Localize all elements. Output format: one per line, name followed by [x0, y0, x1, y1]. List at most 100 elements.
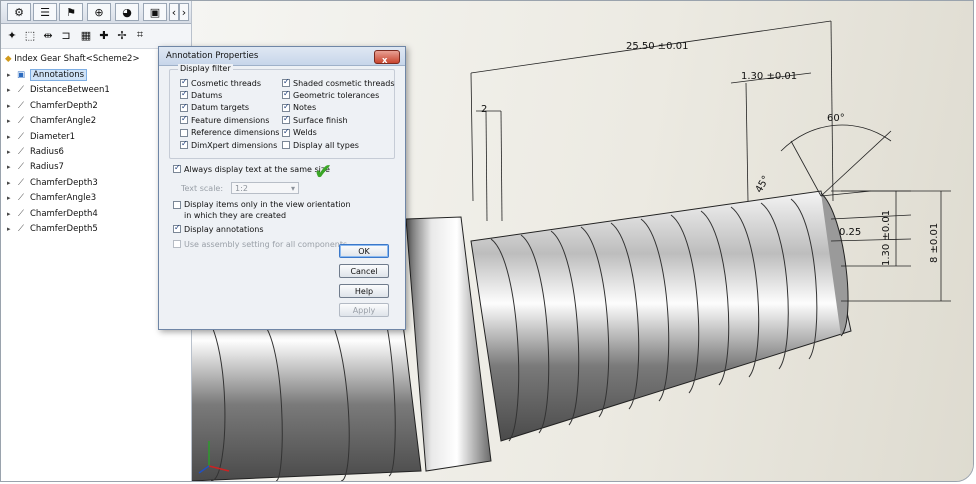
configuration-tab-icon[interactable]: ⚑ — [59, 3, 83, 21]
custom-tab-icon[interactable]: ▣ — [143, 3, 167, 21]
always-same-size-checkbox[interactable]: Always display text at the same size — [173, 163, 330, 175]
checkbox-box[interactable] — [282, 114, 290, 125]
filter-label: Welds — [293, 128, 317, 138]
dim-groove[interactable]: 2 — [481, 104, 487, 115]
tree-item[interactable]: ▸ ⟋ ChamferAngle2 — [7, 114, 96, 128]
ok-button[interactable]: OK — [339, 244, 389, 258]
expand-icon[interactable]: ▸ — [7, 71, 15, 79]
expand-icon[interactable]: ▸ — [7, 133, 15, 141]
annotations-folder-icon: ▣ — [16, 70, 26, 80]
dim-thread-start[interactable]: 1.30 ±0.01 — [741, 71, 797, 82]
filter-label: Cosmetic threads — [191, 78, 262, 88]
tree-item[interactable]: ▸ ⟋ Radius6 — [7, 145, 64, 159]
display-manager-tab-icon[interactable]: ◕ — [115, 3, 139, 21]
location-dimension-icon[interactable]: ⇹ — [41, 28, 55, 42]
checkbox-box[interactable] — [173, 163, 181, 173]
checkbox-box[interactable] — [180, 114, 188, 125]
tree-item-label: ChamferDepth2 — [30, 100, 98, 111]
filter-label: DimXpert dimensions — [191, 140, 278, 150]
expand-icon[interactable]: ▸ — [7, 163, 15, 171]
checkbox-box[interactable] — [282, 127, 290, 137]
tree-item[interactable]: ▸ ⟋ DistanceBetween1 — [7, 83, 110, 97]
tree-item-label: ChamferDepth4 — [30, 208, 98, 219]
checkbox-box[interactable] — [180, 77, 188, 87]
checkbox-box[interactable] — [173, 201, 181, 209]
tree-item[interactable]: ▸ ▣ Annotations — [7, 68, 88, 82]
tree-item[interactable]: ▸ ⟋ ChamferAngle3 — [7, 191, 96, 205]
filter-checkbox[interactable]: DimXpert dimensions — [180, 139, 277, 151]
filter-label: Display all types — [293, 140, 359, 150]
tree-root-label: Index Gear Shaft<Scheme2> — [14, 54, 140, 64]
size-dimension-icon[interactable]: ⬚ — [23, 28, 37, 42]
tree-item-label: Diameter1 — [30, 131, 76, 142]
dimension-icon: ⟋ — [18, 193, 24, 204]
expand-icon[interactable]: ▸ — [7, 86, 15, 94]
copy-scheme-icon[interactable]: ✢ — [115, 28, 129, 42]
filter-checkbox[interactable]: Datums — [180, 89, 222, 101]
cancel-button[interactable]: Cancel — [339, 264, 389, 278]
close-button[interactable]: x — [374, 50, 400, 66]
datum-icon[interactable]: ⊐ — [59, 28, 73, 42]
view-orientation-checkbox[interactable]: Display items only in the view orientati… — [173, 199, 354, 223]
dimension-icon: ⟋ — [18, 85, 24, 96]
checkbox-box[interactable] — [282, 77, 290, 87]
expand-icon[interactable]: ▸ — [7, 102, 15, 110]
filter-checkbox[interactable]: Datum targets — [180, 102, 249, 114]
checkbox-box[interactable] — [173, 240, 181, 248]
filter-checkbox[interactable]: Geometric tolerances — [282, 89, 379, 101]
expand-icon[interactable]: ▸ — [7, 210, 15, 218]
tree-item[interactable]: ▸ ⟋ Radius7 — [7, 160, 64, 174]
dim-angle[interactable]: 60° — [827, 113, 845, 124]
help-button[interactable]: Help — [339, 284, 389, 298]
filter-checkbox[interactable]: Notes — [282, 102, 316, 114]
filter-checkbox[interactable]: Surface finish — [282, 114, 348, 126]
checkbox-box[interactable] — [282, 102, 290, 112]
display-annotations-checkbox[interactable]: Display annotations — [173, 223, 264, 235]
tree-item[interactable]: ▸ ⟋ ChamferDepth5 — [7, 222, 98, 236]
property-manager-tab-icon[interactable]: ☰ — [33, 3, 57, 21]
expand-icon[interactable]: ▸ — [7, 179, 15, 187]
tree-item[interactable]: ▸ ⟋ ChamferDepth3 — [7, 176, 98, 190]
filter-checkbox[interactable]: Display all types — [282, 139, 359, 151]
text-scale-select[interactable]: 1:2 ▾ — [231, 182, 300, 194]
dim-overall-length[interactable]: 25.50 ±0.01 — [626, 41, 688, 52]
expand-icon[interactable]: ▸ — [7, 117, 15, 125]
filter-checkbox[interactable]: Cosmetic threads — [180, 77, 261, 89]
expand-icon[interactable]: ▸ — [7, 194, 15, 202]
tree-item[interactable]: ▸ ⟋ ChamferDepth4 — [7, 207, 98, 221]
scroll-right-icon[interactable]: › — [179, 3, 189, 21]
checkbox-box[interactable] — [180, 139, 188, 149]
dimxpert-tab-icon[interactable]: ⊕ — [87, 3, 111, 21]
dim-depth[interactable]: 0.25 — [839, 227, 861, 238]
filter-checkbox[interactable]: Feature dimensions — [180, 114, 269, 126]
checkbox-box[interactable] — [180, 89, 188, 100]
checkbox-box[interactable] — [180, 128, 188, 137]
feature-tree-tab-icon[interactable]: ⚙ — [7, 3, 31, 21]
checkbox-box[interactable] — [180, 102, 188, 112]
tree-item[interactable]: ▸ ⟋ Diameter1 — [7, 130, 75, 144]
part-icon: ◆ — [5, 54, 12, 64]
dim-height-large[interactable]: 8 ±0.01 — [929, 223, 940, 263]
filter-checkbox[interactable]: Reference dimensions — [180, 127, 279, 139]
scroll-left-icon[interactable]: ‹ — [169, 3, 179, 21]
apply-button[interactable]: Apply — [339, 303, 389, 317]
checkbox-box[interactable] — [282, 89, 290, 100]
check-mark-icon: ✔ — [314, 160, 333, 185]
dim-height-small[interactable]: 1.30 ±0.01 — [881, 210, 892, 266]
view-orientation-label: Display items only in the view orientati… — [184, 200, 351, 220]
checkbox-box[interactable] — [173, 223, 181, 233]
tolerance-status-icon[interactable]: ⌗ — [133, 28, 147, 42]
filter-checkbox[interactable]: Shaded cosmetic threads — [282, 77, 395, 89]
geometric-tolerance-icon[interactable]: ▦ — [79, 28, 93, 42]
auto-dimension-icon[interactable]: ✦ — [5, 28, 19, 42]
tree-item-label: DistanceBetween1 — [30, 85, 110, 96]
tree-item[interactable]: ▸ ⟋ ChamferDepth2 — [7, 99, 98, 113]
expand-icon[interactable]: ▸ — [7, 148, 15, 156]
filter-checkbox[interactable]: Welds — [282, 127, 317, 139]
expand-icon[interactable]: ▸ — [7, 225, 15, 233]
checkbox-box[interactable] — [282, 141, 290, 149]
tree-root[interactable]: ◆ Index Gear Shaft<Scheme2> — [5, 54, 140, 64]
show-tolerance-icon[interactable]: ✚ — [97, 28, 111, 42]
use-assembly-checkbox[interactable]: Use assembly setting for all components — [173, 238, 347, 250]
chevron-down-icon: ▾ — [291, 183, 296, 193]
